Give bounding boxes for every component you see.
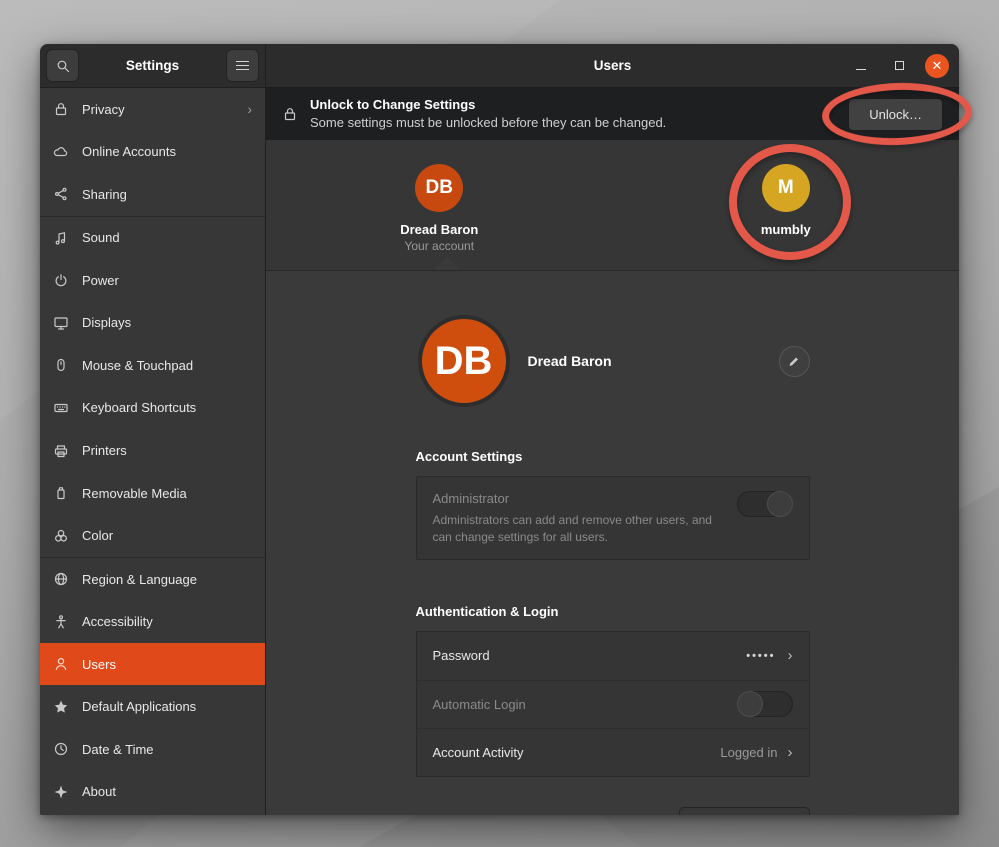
automatic-login-label: Automatic Login <box>433 697 737 712</box>
titlebar[interactable]: Users ✕ <box>266 44 959 88</box>
music-note-icon <box>53 230 69 246</box>
sidebar-item-power[interactable]: Power <box>40 259 265 302</box>
settings-window: Settings Privacy › Online Accounts Sha <box>40 44 959 815</box>
carousel-user-dread-baron[interactable]: DB Dread Baron Your account <box>266 140 613 270</box>
password-row[interactable]: Password ••••• › <box>417 632 809 680</box>
avatar: DB <box>422 319 506 403</box>
star-icon <box>53 699 69 715</box>
avatar: DB <box>415 164 463 212</box>
section-heading-account-settings: Account Settings <box>416 449 810 464</box>
toggle-knob <box>737 691 763 717</box>
pencil-icon <box>786 355 802 368</box>
display-icon <box>53 315 69 331</box>
minimize-icon <box>856 69 866 70</box>
remove-user-button[interactable]: Remove User… <box>679 807 809 815</box>
sidebar-item-privacy[interactable]: Privacy › <box>40 88 265 131</box>
avatar: M <box>762 164 810 212</box>
mouse-icon <box>53 357 69 373</box>
sidebar-item-region-language[interactable]: Region & Language <box>40 558 265 601</box>
account-activity-row[interactable]: Account Activity Logged in › <box>417 728 809 776</box>
sidebar-item-sound[interactable]: Sound <box>40 217 265 260</box>
hamburger-menu-icon <box>236 61 249 70</box>
selected-user-arrow <box>434 257 460 270</box>
administrator-label: Administrator <box>433 491 723 506</box>
maximize-button[interactable] <box>887 54 911 78</box>
chevron-right-icon: › <box>788 647 793 664</box>
section-heading-authentication-login: Authentication & Login <box>416 604 810 619</box>
account-settings-card: Administrator Administrators can add and… <box>416 476 810 560</box>
user-details: DB Dread Baron Account Settings Administ… <box>266 271 959 815</box>
close-button[interactable]: ✕ <box>925 54 949 78</box>
sidebar-item-online-accounts[interactable]: Online Accounts <box>40 131 265 174</box>
toggle-knob <box>767 491 793 517</box>
main-panel: Users ✕ Unlock to Change Settings Some s… <box>266 44 959 815</box>
unlock-banner: Unlock to Change Settings Some settings … <box>266 88 959 140</box>
sidebar-item-default-applications[interactable]: Default Applications <box>40 685 265 728</box>
sidebar-item-mouse-touchpad[interactable]: Mouse & Touchpad <box>40 344 265 387</box>
unlock-banner-title: Unlock to Change Settings <box>310 96 836 114</box>
accessibility-icon <box>53 614 69 630</box>
password-dots: ••••• <box>746 650 775 662</box>
sidebar-item-keyboard-shortcuts[interactable]: Keyboard Shortcuts <box>40 387 265 430</box>
user-name: mumbly <box>761 222 811 237</box>
power-icon <box>53 272 69 288</box>
authentication-card: Password ••••• › Automatic Login Account… <box>416 631 810 777</box>
sidebar-item-color[interactable]: Color <box>40 514 265 557</box>
search-button[interactable] <box>46 49 79 82</box>
desktop-background: Settings Privacy › Online Accounts Sha <box>0 0 999 847</box>
automatic-login-toggle[interactable] <box>737 691 793 717</box>
sidebar-item-displays[interactable]: Displays <box>40 302 265 345</box>
user-subtitle: Your account <box>404 239 474 253</box>
unlock-button[interactable]: Unlock… <box>848 98 943 131</box>
account-activity-label: Account Activity <box>433 745 721 760</box>
user-carousel: DB Dread Baron Your account M mumbly <box>266 140 959 271</box>
chevron-right-icon: › <box>788 744 793 761</box>
automatic-login-row: Automatic Login <box>417 680 809 728</box>
sidebar-item-sharing[interactable]: Sharing <box>40 173 265 216</box>
sparkle-icon <box>53 784 69 800</box>
user-name: Dread Baron <box>400 222 478 237</box>
administrator-text: Administrator Administrators can add and… <box>433 491 737 547</box>
unlock-banner-subtitle: Some settings must be unlocked before th… <box>310 114 836 132</box>
sidebar-header: Settings <box>40 44 265 88</box>
maximize-icon <box>895 61 904 70</box>
password-label: Password <box>433 648 747 663</box>
chevron-right-icon: › <box>247 101 252 117</box>
lock-icon <box>53 101 69 117</box>
profile-name: Dread Baron <box>528 353 612 369</box>
administrator-row: Administrator Administrators can add and… <box>417 477 809 559</box>
sidebar-item-printers[interactable]: Printers <box>40 429 265 472</box>
administrator-description: Administrators can add and remove other … <box>433 512 723 547</box>
flash-drive-icon <box>53 485 69 501</box>
minimize-button[interactable] <box>849 54 873 78</box>
printer-icon <box>53 443 69 459</box>
cloud-icon <box>53 144 69 160</box>
search-icon <box>55 58 71 74</box>
sidebar-title: Settings <box>79 58 226 73</box>
carousel-user-mumbly[interactable]: M mumbly <box>613 140 960 270</box>
sidebar: Settings Privacy › Online Accounts Sha <box>40 44 266 815</box>
edit-name-button[interactable] <box>779 346 810 377</box>
sidebar-item-accessibility[interactable]: Accessibility <box>40 600 265 643</box>
share-icon <box>53 186 69 202</box>
window-controls: ✕ <box>849 54 949 78</box>
close-icon: ✕ <box>932 59 943 72</box>
clock-icon <box>53 741 69 757</box>
profile-header: DB Dread Baron <box>416 319 810 403</box>
administrator-toggle[interactable] <box>737 491 793 517</box>
keyboard-icon <box>53 400 69 416</box>
unlock-banner-text: Unlock to Change Settings Some settings … <box>310 96 836 131</box>
account-activity-value: Logged in <box>720 745 777 760</box>
globe-icon <box>53 571 69 587</box>
users-icon <box>53 656 69 672</box>
sidebar-item-date-time[interactable]: Date & Time <box>40 728 265 771</box>
sidebar-nav: Privacy › Online Accounts Sharing Sound <box>40 88 265 815</box>
sidebar-item-about[interactable]: About <box>40 771 265 814</box>
color-icon <box>53 528 69 544</box>
sidebar-item-users[interactable]: Users <box>40 643 265 686</box>
padlock-icon <box>282 106 298 122</box>
sidebar-item-removable-media[interactable]: Removable Media <box>40 472 265 515</box>
primary-menu-button[interactable] <box>226 49 259 82</box>
